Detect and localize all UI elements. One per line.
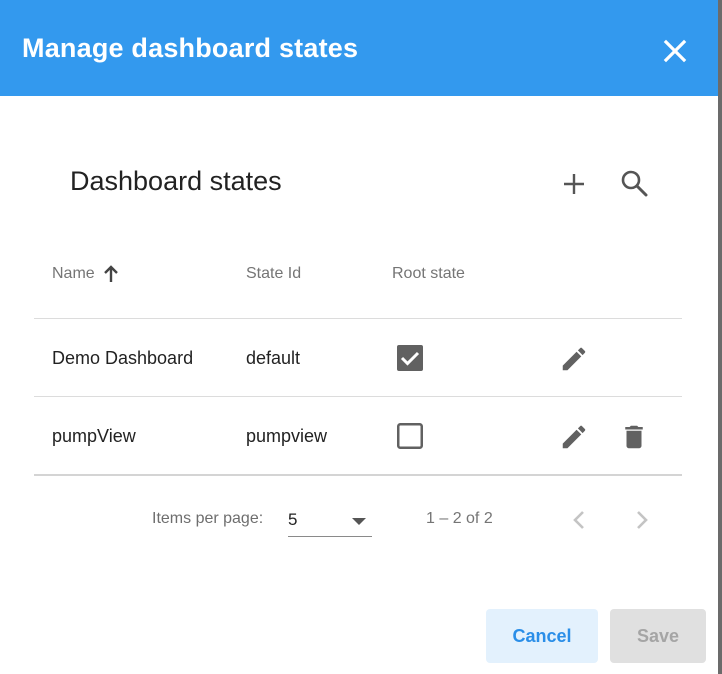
items-per-page-value: 5 [288,510,298,529]
chevron-right-icon [637,511,648,529]
row-1-edit-button[interactable] [559,344,589,374]
delete-icon [625,425,643,449]
edit-icon [562,347,586,371]
row-2-name: pumpView [52,426,136,446]
add-icon [564,174,584,194]
items-per-page-label: Items per page: [152,510,264,527]
manage-states-dialog: Manage dashboard states Dashboard states… [0,0,718,674]
backdrop [718,0,722,674]
chevron-left-icon [573,511,584,529]
section-title: Dashboard states [70,166,282,196]
header-divider [34,318,682,319]
row-2-root-state-checkbox[interactable] [396,422,424,450]
arrow-up-icon [103,265,118,282]
page-range-label: 1 – 2 of 2 [426,510,493,527]
next-page-button[interactable] [627,506,655,534]
dialog-title: Manage dashboard states [22,33,359,63]
column-name-label: Name [52,265,95,282]
row-2-delete-button[interactable] [619,422,649,452]
save-button[interactable]: Save [610,609,706,663]
items-per-page-select[interactable]: 5 [288,504,372,537]
close-icon [663,39,687,63]
cancel-button[interactable]: Cancel [486,609,598,663]
dropdown-arrow-icon [352,518,366,525]
search-icon [621,170,648,197]
edit-icon [562,425,586,449]
column-header-name[interactable]: Name [52,265,119,283]
row-divider [34,396,682,397]
row-2-edit-button[interactable] [559,422,589,452]
row-2-state-id: pumpview [246,426,328,446]
row-1-root-state-checkbox[interactable] [396,344,424,372]
checkbox-checked-icon [397,345,423,371]
row-1-name: Demo Dashboard [52,348,194,368]
column-header-state-id[interactable]: State Id [246,265,301,283]
table-bottom-divider [34,474,682,476]
close-button[interactable] [660,36,690,66]
column-header-root-state[interactable]: Root state [392,265,465,283]
add-state-button[interactable] [560,170,588,198]
checkbox-unchecked-icon [397,423,423,449]
dialog-header: Manage dashboard states [0,0,718,96]
row-1-state-id: default [246,348,301,368]
search-button[interactable] [619,168,649,198]
previous-page-button[interactable] [566,506,594,534]
